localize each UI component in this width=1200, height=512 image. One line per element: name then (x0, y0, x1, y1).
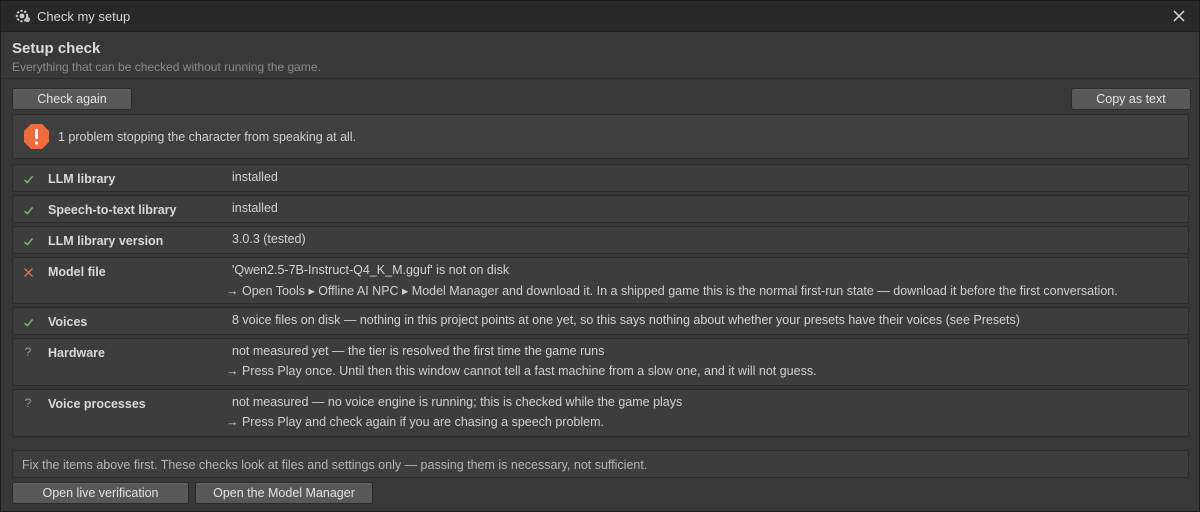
setup-check-window: Check my setup Setup check Everything th… (0, 0, 1200, 512)
exclamation-icon (23, 123, 50, 150)
check-icon (21, 203, 35, 217)
close-icon (1173, 10, 1185, 22)
page-subtitle: Everything that can be checked without r… (12, 60, 321, 74)
check-hint: → Press Play once. Until then this windo… (226, 364, 817, 378)
check-value: not measured — no voice engine is runnin… (232, 395, 683, 409)
app-icon (15, 8, 31, 24)
check-row-voices: Voices 8 voice files on disk — nothing i… (12, 307, 1189, 335)
check-icon (21, 172, 35, 186)
check-row-speech-to-text-library: Speech-to-text library installed (12, 195, 1189, 223)
question-mark-icon: ? (24, 396, 32, 410)
check-name: Voices (48, 315, 88, 329)
title-bar: Check my setup (1, 1, 1199, 32)
check-row-hardware: ? Hardware not measured yet — the tier i… (12, 338, 1189, 386)
check-name: Speech-to-text library (48, 203, 177, 217)
check-name: LLM library version (48, 234, 164, 248)
check-row-llm-library-version: LLM library version 3.0.3 (tested) (12, 226, 1189, 254)
check-value: 3.0.3 (tested) (232, 232, 306, 246)
problem-summary: 1 problem stopping the character from sp… (12, 114, 1189, 159)
check-value: installed (232, 201, 278, 215)
close-button[interactable] (1167, 5, 1191, 27)
check-icon (21, 234, 35, 248)
check-name: Model file (48, 265, 106, 279)
check-value: 8 voice files on disk — nothing in this … (232, 313, 1020, 327)
question-mark-icon: ? (24, 345, 32, 359)
copy-as-text-button[interactable]: Copy as text (1071, 88, 1191, 110)
page-title: Setup check (12, 40, 101, 57)
header: Setup check Everything that can be check… (1, 33, 1199, 79)
footer-note-text: Fix the items above first. These checks … (22, 458, 648, 472)
check-row-model-file: Model file 'Qwen2.5-7B-Instruct-Q4_K_M.g… (12, 257, 1189, 304)
footer-note: Fix the items above first. These checks … (12, 450, 1189, 478)
check-name: Hardware (48, 346, 105, 360)
check-row-llm-library: LLM library installed (12, 164, 1189, 192)
open-live-verification-button[interactable]: Open live verification (12, 482, 189, 504)
window-title: Check my setup (37, 9, 131, 24)
problem-summary-text: 1 problem stopping the character from sp… (58, 130, 357, 144)
cross-icon (21, 265, 35, 279)
check-value: installed (232, 170, 278, 184)
check-name: Voice processes (48, 397, 146, 411)
check-hint: → Open Tools ▸ Offline AI NPC ▸ Model Ma… (226, 284, 1118, 298)
open-model-manager-button[interactable]: Open the Model Manager (195, 482, 373, 504)
check-value: 'Qwen2.5-7B-Instruct-Q4_K_M.gguf' is not… (232, 263, 510, 277)
check-hint: → Press Play and check again if you are … (226, 415, 604, 429)
check-name: LLM library (48, 172, 116, 186)
check-again-button[interactable]: Check again (12, 88, 132, 110)
check-value: not measured yet — the tier is resolved … (232, 344, 605, 358)
check-icon (21, 315, 35, 329)
check-row-voice-processes: ? Voice processes not measured — no voic… (12, 389, 1189, 437)
